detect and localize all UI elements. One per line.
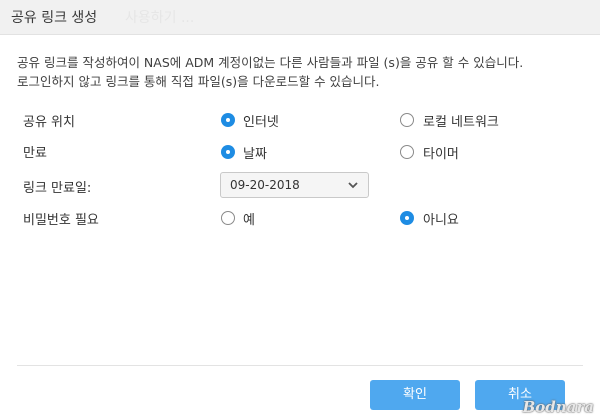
expiry-date-value: 09-20-2018	[230, 178, 300, 192]
radio-timer-label[interactable]: 타이머	[423, 143, 459, 162]
radio-timer[interactable]	[400, 145, 414, 159]
description-line-1: 공유 링크를 작성하여이 NAS에 ADM 계정이없는 다른 사람들과 파일 (…	[17, 55, 524, 70]
radio-internet-label[interactable]: 인터넷	[243, 111, 279, 130]
radio-date-label[interactable]: 날짜	[243, 143, 267, 162]
radio-no-label[interactable]: 아니요	[423, 209, 459, 228]
radio-yes-label[interactable]: 예	[243, 209, 255, 228]
radio-local-network[interactable]	[400, 113, 414, 127]
footer-divider	[17, 365, 583, 366]
ghost-text: 사용하기 ...	[125, 10, 195, 26]
radio-local-network-label[interactable]: 로컬 네트워크	[423, 111, 499, 130]
radio-no[interactable]	[400, 211, 414, 225]
password-required-label: 비밀번호 필요	[23, 213, 99, 228]
watermark: Bodnara	[522, 398, 594, 416]
expiry-date-select[interactable]: 09-20-2018	[220, 172, 369, 198]
description-line-2: 로그인하지 않고 링크를 통해 직접 파일(s)을 다운로드할 수 있습니다.	[17, 74, 380, 89]
confirm-button[interactable]: 확인	[370, 380, 460, 410]
chevron-down-icon	[348, 182, 358, 189]
radio-yes[interactable]	[221, 211, 235, 225]
expiration-label: 만료	[23, 146, 47, 161]
link-expiry-label: 링크 만료일:	[23, 181, 92, 196]
dialog-title: 공유 링크 생성	[11, 10, 98, 26]
radio-date[interactable]	[221, 145, 235, 159]
share-location-label: 공유 위치	[23, 115, 75, 130]
dialog-titlebar: 공유 링크 생성 사용하기 ...	[0, 0, 600, 35]
radio-internet[interactable]	[221, 113, 235, 127]
